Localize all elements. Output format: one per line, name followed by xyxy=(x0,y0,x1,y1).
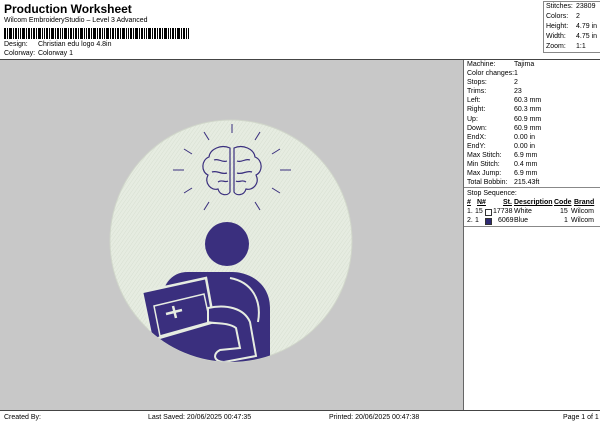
detail-row: Trims: 23 xyxy=(467,88,522,96)
details-panel: Machine: Tajima Color changes: 1 Stops: 2 T… xyxy=(464,60,600,228)
detail-row: Min Stitch: 0.4 mm xyxy=(467,161,538,169)
colorway-label: Colorway: xyxy=(4,50,36,57)
detail-row: EndX: 0.00 in xyxy=(467,133,536,141)
detail-row: Max Stitch: 6.9 mm xyxy=(467,151,538,159)
last-saved: Last Saved: 20/06/2025 00:47:35 xyxy=(148,414,252,421)
detail-row: Right: 60.3 mm xyxy=(467,106,542,114)
colorway-value: Colorway 1 xyxy=(37,50,73,57)
page-title: Production Worksheet xyxy=(4,2,132,16)
detail-row: Up: 60.9 mm xyxy=(467,115,542,123)
design-label: Design: xyxy=(4,41,28,48)
detail-row: Total Bobbin: 215.43ft xyxy=(467,179,540,187)
footer: Created By: Last Saved: 20/06/2025 00:47… xyxy=(0,411,600,424)
stop-sequence-title: Stop Sequence: xyxy=(467,190,517,198)
page-number: Page 1 of 1 xyxy=(563,414,599,421)
printed-date: Printed: 20/06/2025 00:47:38 xyxy=(329,414,420,421)
detail-row: Color changes: 1 xyxy=(467,70,518,78)
barcode xyxy=(4,28,189,39)
panel-divider xyxy=(464,226,600,228)
embroidery-preview xyxy=(109,119,353,363)
color-swatch xyxy=(485,218,492,226)
detail-row: Left: 60.3 mm xyxy=(467,97,542,105)
software-subtitle: Wilcom EmbroideryStudio – Level 3 Advanc… xyxy=(4,17,148,24)
summary-box: Stitches: 23809 Colors: 2 Height: 4.79 in W… xyxy=(543,1,600,53)
colorway-row: Colorway: Colorway 1 xyxy=(4,50,73,57)
person-head xyxy=(205,222,249,266)
design-canvas xyxy=(0,60,464,411)
design-row: Design: Christian edu logo 4.8in xyxy=(4,41,112,48)
color-swatch xyxy=(485,209,492,217)
stop-row: 1. 15 17738 White 15 Wilcom xyxy=(467,208,594,217)
detail-row: Down: 60.9 mm xyxy=(467,124,542,132)
detail-row: Stops: 2 xyxy=(467,79,518,87)
summary-row: Width: 4.75 in xyxy=(546,33,598,40)
design-value: Christian edu logo 4.8in xyxy=(37,41,112,48)
stop-row: 2. 1 6069 Blue 1 Wilcom xyxy=(467,217,594,226)
summary-row: Height: 4.79 in xyxy=(546,23,598,30)
detail-row: Max Jump: 6.9 mm xyxy=(467,170,538,178)
summary-row: Zoom: 1:1 xyxy=(546,43,586,50)
stop-sequence-header: # N# St. Description Code Brand xyxy=(467,199,595,207)
created-by: Created By: xyxy=(4,414,41,421)
summary-row: Colors: 2 xyxy=(546,13,580,20)
summary-row: Stitches: 23809 xyxy=(546,3,596,10)
detail-row: EndY: 0.00 in xyxy=(467,142,536,150)
detail-row: Machine: Tajima xyxy=(467,61,535,68)
